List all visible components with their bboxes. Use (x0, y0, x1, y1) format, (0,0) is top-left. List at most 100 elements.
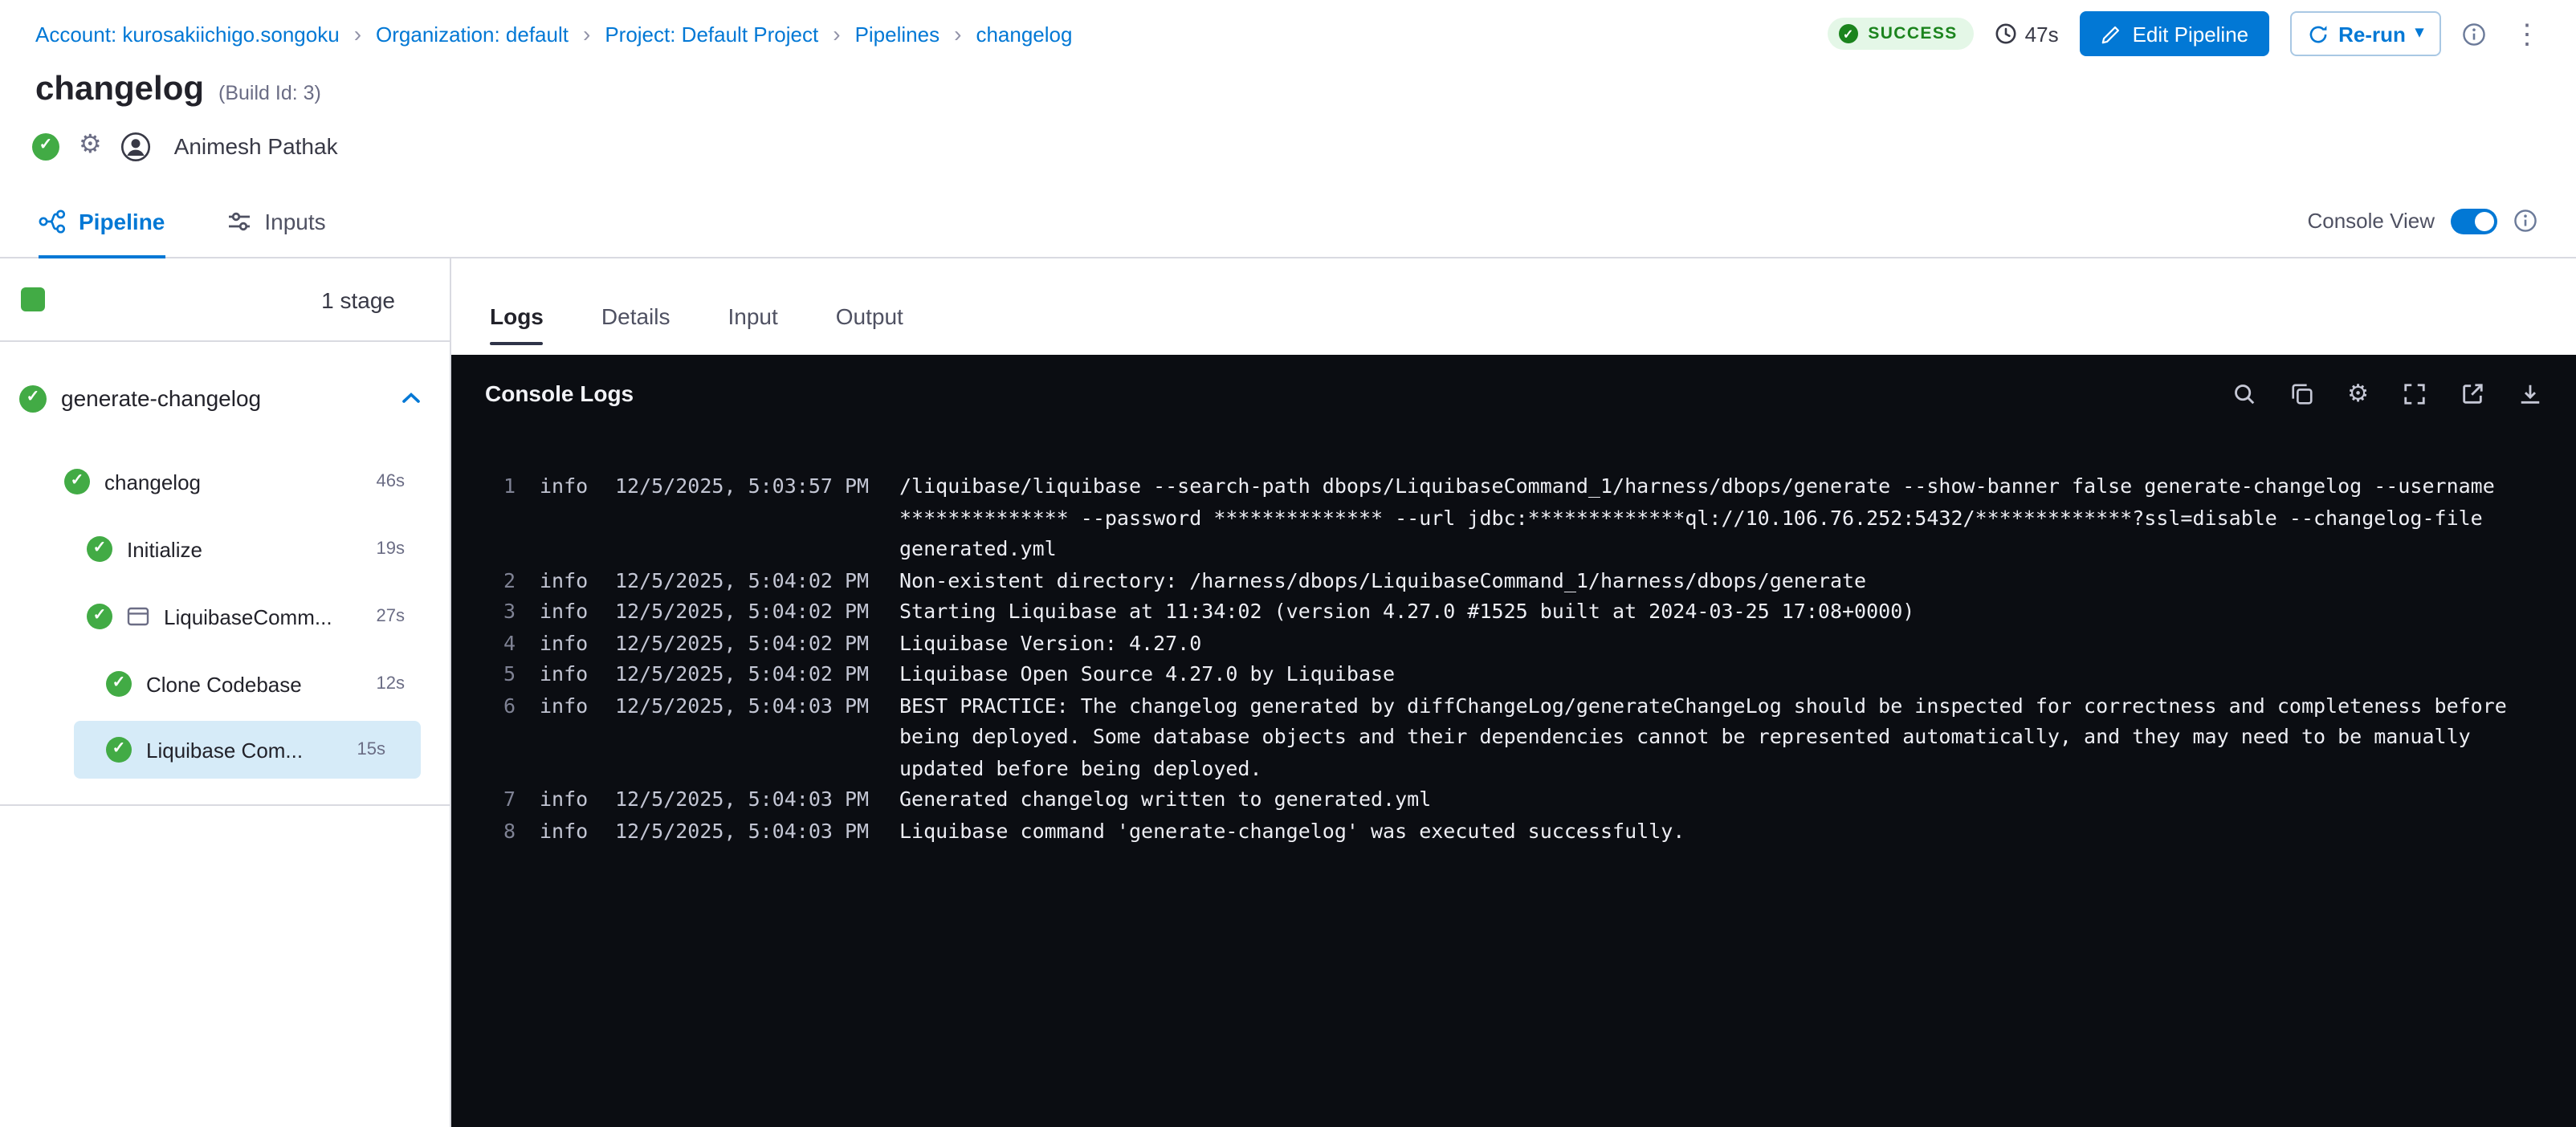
log-timestamp: 12/5/2025, 5:04:02 PM (615, 658, 875, 690)
log-line-number: 7 (493, 783, 516, 815)
gear-icon[interactable]: ⚙ (79, 133, 102, 159)
search-logs-button[interactable] (2232, 381, 2256, 405)
tab-inputs-label: Inputs (264, 208, 325, 234)
stage-count-label: 1 stage (321, 287, 395, 312)
fullscreen-icon (2403, 381, 2427, 405)
breadcrumb-link[interactable]: Pipelines (855, 22, 940, 46)
breadcrumb-item: Project: Default Project › (605, 22, 854, 46)
user-name: Animesh Pathak (174, 133, 338, 159)
success-check-icon: ✓ (64, 469, 90, 494)
step-label: Initialize (127, 537, 362, 561)
log-message: Starting Liquibase at 11:34:02 (version … (899, 596, 2537, 627)
tab-input[interactable]: Input (728, 303, 778, 332)
log-timestamp: 12/5/2025, 5:03:57 PM (615, 470, 875, 564)
info-icon-button[interactable] (2462, 22, 2486, 46)
sidebar-step-changelog[interactable]: ✓ changelog 46s (0, 451, 450, 512)
breadcrumb-link[interactable]: Account: kurosakiichigo.songoku (35, 22, 340, 46)
log-level: info (540, 627, 591, 658)
step-duration: 19s (377, 539, 406, 559)
rerun-label: Re-run (2338, 22, 2406, 46)
step-label: Clone Codebase (146, 672, 362, 696)
build-id: (Build Id: 3) (218, 82, 321, 104)
fullscreen-button[interactable] (2403, 381, 2427, 405)
step-duration: 46s (377, 472, 406, 491)
tab-logs[interactable]: Logs (490, 303, 544, 332)
kebab-menu-icon[interactable]: ⋮ (2507, 20, 2547, 47)
group-label: generate-changelog (61, 385, 387, 411)
log-line: 7 info 12/5/2025, 5:04:03 PM Generated c… (493, 783, 2537, 815)
log-pane: Logs Details Input Output Console Logs (451, 258, 2576, 1127)
content-area: 1 stage ✓ generate-changelog ✓ changelog… (0, 258, 2576, 1127)
tab-details[interactable]: Details (601, 303, 670, 332)
console-view-info-button[interactable] (2513, 209, 2537, 233)
log-level: info (540, 564, 591, 596)
log-level: info (540, 815, 591, 846)
top-bar: Account: kurosakiichigo.songoku › Organi… (0, 0, 2576, 67)
breadcrumb-item: Account: kurosakiichigo.songoku › (35, 22, 376, 46)
log-timestamp: 12/5/2025, 5:04:03 PM (615, 690, 875, 783)
step-label: Liquibase Com... (146, 738, 343, 762)
edit-pipeline-label: Edit Pipeline (2133, 22, 2249, 46)
console-view-label: Console View (2307, 209, 2435, 233)
breadcrumb-item: Organization: default › (376, 22, 605, 46)
chevron-up-icon[interactable] (401, 392, 421, 405)
breadcrumb-link[interactable]: Organization: default (376, 22, 569, 46)
log-message: BEST PRACTICE: The changelog generated b… (899, 690, 2537, 783)
open-raw-logs-button[interactable] (2460, 381, 2484, 405)
download-logs-button[interactable] (2518, 381, 2542, 405)
title-row: changelog (Build Id: 3) (0, 69, 2576, 111)
log-line-number: 8 (493, 815, 516, 846)
caret-down-icon: ▾ (2415, 26, 2423, 42)
log-line-number: 3 (493, 596, 516, 627)
success-check-icon: ✓ (106, 737, 132, 763)
console-header: Console Logs ⚙ (451, 355, 2576, 432)
log-timestamp: 12/5/2025, 5:04:02 PM (615, 564, 875, 596)
pencil-icon (2101, 23, 2122, 44)
sidebar-step-liquibase-command[interactable]: ✓ Liquibase Com... 15s (74, 721, 421, 779)
console-panel: Console Logs ⚙ (451, 355, 2576, 1127)
log-line: 4 info 12/5/2025, 5:04:02 PM Liquibase V… (493, 627, 2537, 658)
top-bar-actions: ✓ SUCCESS 47s Edit Pipeline Re-run ▾ ⋮ (1828, 11, 2547, 56)
sidebar-group-generate-changelog[interactable]: ✓ generate-changelog (0, 352, 450, 445)
log-line-number: 4 (493, 627, 516, 658)
log-settings-gear-icon[interactable]: ⚙ (2347, 381, 2369, 405)
build-duration: 47s (1995, 22, 2059, 46)
log-level: info (540, 658, 591, 690)
console-title: Console Logs (485, 380, 634, 406)
log-line: 8 info 12/5/2025, 5:04:03 PM Liquibase c… (493, 815, 2537, 846)
copy-logs-button[interactable] (2289, 381, 2313, 405)
execution-sidebar: 1 stage ✓ generate-changelog ✓ changelog… (0, 258, 451, 1127)
build-duration-label: 47s (2025, 22, 2059, 46)
meta-row: ✓ ⚙ Animesh Pathak (0, 130, 2576, 162)
success-check-icon: ✓ (106, 671, 132, 697)
breadcrumb-link[interactable]: Project: Default Project (605, 22, 818, 46)
log-line: 5 info 12/5/2025, 5:04:02 PM Liquibase O… (493, 658, 2537, 690)
toggle-knob (2475, 211, 2494, 230)
console-view-toggle[interactable] (2451, 208, 2497, 234)
refresh-icon (2308, 23, 2329, 44)
sidebar-step-liquibasecommand-group[interactable]: ✓ LiquibaseComm... 27s (0, 586, 450, 647)
log-level: info (540, 783, 591, 815)
log-timestamp: 12/5/2025, 5:04:02 PM (615, 596, 875, 627)
log-timestamp: 12/5/2025, 5:04:02 PM (615, 627, 875, 658)
sidebar-step-initialize[interactable]: ✓ Initialize 19s (0, 519, 450, 580)
edit-pipeline-button[interactable]: Edit Pipeline (2080, 11, 2270, 56)
clock-icon (1995, 22, 2017, 45)
tab-inputs[interactable]: Inputs (226, 185, 325, 257)
chevron-right-icon: › (954, 22, 961, 45)
log-level: info (540, 470, 591, 564)
console-log-lines: 1 info 12/5/2025, 5:03:57 PM /liquibase/… (451, 432, 2576, 1127)
tab-pipeline[interactable]: Pipeline (39, 185, 165, 257)
log-line-number: 1 (493, 470, 516, 564)
rerun-button[interactable]: Re-run ▾ (2290, 11, 2441, 56)
breadcrumb-link[interactable]: changelog (976, 22, 1072, 46)
tab-pipeline-label: Pipeline (79, 208, 165, 234)
step-label: changelog (104, 470, 362, 494)
console-actions: ⚙ (2232, 381, 2542, 405)
avatar (121, 131, 152, 161)
tab-output[interactable]: Output (836, 303, 903, 332)
breadcrumb: Account: kurosakiichigo.songoku › Organi… (35, 22, 1072, 46)
success-check-icon: ✓ (87, 536, 112, 562)
step-duration: 27s (377, 607, 406, 626)
sidebar-step-clone-codebase[interactable]: ✓ Clone Codebase 12s (0, 653, 450, 714)
